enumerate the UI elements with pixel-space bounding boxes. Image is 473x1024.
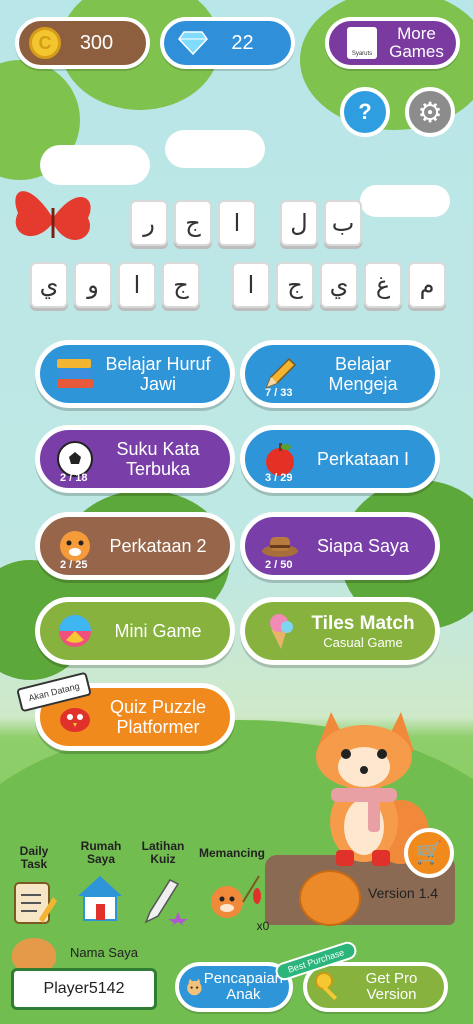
key-icon [315, 972, 338, 1001]
rumah-saya-label: Rumah Saya [80, 839, 122, 866]
pencil-star-icon [144, 879, 188, 926]
cloud [165, 130, 265, 168]
letter-tile[interactable]: ا [118, 262, 156, 308]
get-pro-label: Get Pro Version [365, 970, 418, 1003]
shop-cart-button[interactable]: 🛒 [404, 828, 454, 878]
menu-label: Siapa Saya [316, 536, 410, 556]
question-mark-icon: ? [358, 99, 372, 124]
menu-label: Belajar Mengeja [328, 354, 398, 394]
letter-tile[interactable]: ر [130, 200, 168, 246]
suku-kata-terbuka-button[interactable]: Suku Kata Terbuka 2 / 18 [35, 425, 235, 493]
gem-value: 22 [231, 31, 254, 54]
perkataan-1-button[interactable]: Perkataan I 3 / 29 [240, 425, 440, 493]
letter-tiles-row: ي و ا ج [30, 262, 200, 308]
belajar-mengeja-button[interactable]: Belajar Mengeja 7 / 33 [240, 340, 440, 408]
coin-value: 300 [79, 31, 114, 54]
coin-icon: C [29, 27, 61, 59]
version-label: Version 1.4 [368, 885, 439, 901]
perkataan-2-button[interactable]: Perkataan 2 2 / 25 [35, 512, 235, 580]
letter-tile[interactable]: و [74, 262, 112, 308]
daily-task-label: Daily Task [19, 844, 49, 871]
butterfly-icon [15, 191, 91, 240]
progress-text: 7 / 33 [265, 387, 293, 399]
gear-icon: ⚙ [417, 96, 443, 128]
menu-label: Perkataan I [316, 449, 410, 469]
ball-icon [54, 610, 96, 652]
game-background: C 300 22 Syaruts More Games ? ⚙ ر ج ا ل … [0, 0, 473, 1024]
get-pro-version-button[interactable]: Get Pro Version [303, 962, 448, 1012]
progress-text: 2 / 25 [60, 559, 88, 571]
letter-tile[interactable]: ج [174, 200, 212, 246]
menu-label: Suku Kata Terbuka [116, 439, 200, 479]
letter-tile[interactable]: ل [280, 200, 318, 246]
letter-tiles-row: ا ج ي غ م [232, 262, 446, 308]
letter-tile[interactable]: ب [324, 200, 362, 246]
pumpkin-icon [299, 870, 361, 926]
letter-tiles-row: ر ج ا ل ب [130, 200, 362, 246]
letter-tile[interactable]: غ [364, 262, 402, 308]
letter-tile[interactable]: ي [30, 262, 68, 308]
latihan-kuiz-button[interactable] [138, 874, 190, 926]
daily-task-button[interactable] [8, 876, 60, 928]
studio-logo-icon: Syaruts [347, 27, 377, 59]
progress-text: 3 / 29 [265, 472, 293, 484]
letter-tile[interactable]: ا [218, 200, 256, 246]
letter-tile[interactable]: ج [162, 262, 200, 308]
letter-tile[interactable]: ي [320, 262, 358, 308]
nama-saya-label: Nama Saya [70, 945, 138, 960]
menu-label: Quiz Puzzle Platformer [109, 697, 207, 737]
menu-label: Mini Game [114, 621, 202, 641]
books-icon [54, 353, 96, 395]
rumah-saya-button[interactable] [74, 872, 126, 924]
menu-label: Perkataan 2 [109, 536, 207, 556]
mini-game-button[interactable]: Mini Game [35, 597, 235, 665]
hamster-avatar-icon [12, 938, 56, 972]
more-games-button[interactable]: Syaruts More Games [325, 17, 460, 69]
siapa-saya-button[interactable]: Siapa Saya 2 / 50 [240, 512, 440, 580]
memancing-label: Memancing [198, 846, 265, 860]
fish-count: x0 [256, 919, 270, 933]
progress-text: 2 / 50 [265, 559, 293, 571]
cat-avatar-icon [187, 978, 202, 996]
house-icon [78, 876, 122, 921]
clipboard-icon [14, 882, 57, 924]
help-button[interactable]: ? [340, 87, 390, 137]
diamond-icon [178, 31, 208, 55]
fishing-fox-icon [211, 875, 261, 918]
memancing-button[interactable] [204, 872, 264, 924]
settings-button[interactable]: ⚙ [405, 87, 455, 137]
letter-tile[interactable]: م [408, 262, 446, 308]
cart-icon: 🛒 [415, 840, 443, 865]
latihan-kuiz-label: Latihan Kuiz [141, 839, 185, 866]
menu-sublabel: Casual Game [323, 634, 403, 650]
menu-label: Tiles Match [311, 612, 415, 634]
player-name-field[interactable]: Player5142 [11, 968, 157, 1010]
ice-cream-icon [259, 610, 301, 652]
tiles-match-text: Tiles Match Casual Game [301, 613, 435, 650]
progress-text: 2 / 18 [60, 472, 88, 484]
letter-tile[interactable]: ج [276, 262, 314, 308]
more-games-label: More Games [389, 24, 444, 61]
coin-counter[interactable]: C 300 [15, 17, 150, 69]
player-name-value: Player5142 [43, 980, 125, 997]
cloud [360, 185, 450, 217]
menu-label: Belajar Huruf Jawi [105, 354, 211, 394]
tiles-match-button[interactable]: Tiles Match Casual Game [240, 597, 440, 665]
gem-counter[interactable]: 22 [160, 17, 295, 69]
belajar-huruf-jawi-button[interactable]: Belajar Huruf Jawi [35, 340, 235, 408]
letter-tile[interactable]: ا [232, 262, 270, 308]
